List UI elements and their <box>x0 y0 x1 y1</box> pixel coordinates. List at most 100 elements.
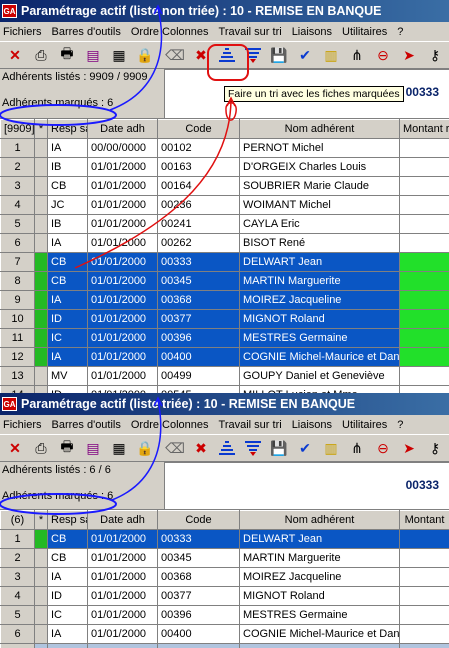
mark-cell[interactable] <box>34 138 48 158</box>
mark-cell[interactable] <box>34 214 48 234</box>
table-row[interactable]: 2 CB 01/01/2000 00345 MARTIN Marguerite <box>0 548 449 568</box>
cell-nom[interactable]: WOIMANT Michel <box>239 195 400 215</box>
cell-resp[interactable]: MV <box>47 366 88 386</box>
cell-resp[interactable]: IC <box>47 605 88 625</box>
cell-montant[interactable] <box>399 290 449 310</box>
cell-code[interactable]: 00368 <box>157 290 240 310</box>
mark-cell[interactable] <box>34 586 48 606</box>
row-number[interactable]: 9 <box>0 290 35 310</box>
cell-montant[interactable] <box>399 176 449 196</box>
row-number[interactable]: 1 <box>0 138 35 158</box>
cell-montant[interactable] <box>399 328 449 348</box>
table-row[interactable]: 6 IA 01/01/2000 00262 BISOT René <box>0 233 449 253</box>
cell-resp[interactable]: CB <box>47 548 88 568</box>
menu-fichiers[interactable]: Fichiers <box>3 419 42 431</box>
header-code[interactable]: Code <box>157 510 240 530</box>
cell-resp[interactable]: JC <box>47 195 88 215</box>
cell-montant[interactable] <box>399 586 449 606</box>
cell-nom[interactable]: DELWART Jean <box>239 529 400 549</box>
printer2-icon[interactable]: 🖶 <box>55 44 79 66</box>
cell-date[interactable]: 01/01/2000 <box>87 195 158 215</box>
cell-code[interactable]: 00333 <box>157 529 240 549</box>
row-number[interactable]: 12 <box>0 347 35 367</box>
cell-resp[interactable]: IA <box>47 567 88 587</box>
menu-travail-tri[interactable]: Travail sur tri <box>219 26 282 38</box>
close-icon[interactable]: ✕ <box>3 437 27 459</box>
sort-down-icon[interactable] <box>241 437 265 459</box>
sort-down-icon[interactable] <box>241 44 265 66</box>
cell-resp[interactable]: IB <box>47 157 88 177</box>
row-number[interactable]: 5 <box>0 605 35 625</box>
row-number[interactable]: 13 <box>0 366 35 386</box>
cell-date[interactable]: 01/01/2000 <box>87 529 158 549</box>
row-number[interactable]: 7 <box>0 252 35 272</box>
row-number[interactable]: 3 <box>0 176 35 196</box>
cell-resp[interactable]: CB <box>47 252 88 272</box>
header-count[interactable]: (6) <box>0 510 35 530</box>
cell-code[interactable]: 00377 <box>157 309 240 329</box>
cell-date[interactable]: 01/01/2000 <box>87 176 158 196</box>
cell-nom[interactable]: MILLOT Lucien et Mme <box>239 385 400 393</box>
cell-montant[interactable] <box>399 605 449 625</box>
header-resp[interactable]: Resp sa <box>47 510 88 530</box>
header-mark[interactable]: * <box>34 510 48 530</box>
report-icon[interactable]: ▥ <box>319 437 343 459</box>
sort-marked-icon[interactable] <box>215 437 239 459</box>
table-row[interactable]: 4 ID 01/01/2000 00377 MIGNOT Roland <box>0 586 449 606</box>
menu-liaisons[interactable]: Liaisons <box>292 419 332 431</box>
row-number[interactable]: 2 <box>0 548 35 568</box>
list-icon[interactable]: ▦ <box>107 437 131 459</box>
cell-code[interactable]: 00545 <box>157 385 240 393</box>
table-row[interactable]: 9 IA 01/01/2000 00368 MOIREZ Jacqueline <box>0 290 449 310</box>
cell-montant[interactable] <box>399 548 449 568</box>
menu-ordre-colonnes[interactable]: Ordre Colonnes <box>131 419 209 431</box>
cell-nom[interactable]: MARTIN Marguerite <box>239 271 400 291</box>
cell-code[interactable]: 00345 <box>157 271 240 291</box>
cell-resp[interactable]: IA <box>47 290 88 310</box>
cell-date[interactable]: 01/01/2000 <box>87 347 158 367</box>
cell-montant[interactable] <box>399 529 449 549</box>
cell-montant[interactable] <box>399 233 449 253</box>
cell-resp[interactable]: CB <box>47 529 88 549</box>
header-nom[interactable]: Nom adhérent <box>239 510 400 530</box>
cell-nom[interactable]: MOIREZ Jacqueline <box>239 567 400 587</box>
cell-code[interactable]: 00396 <box>157 605 240 625</box>
mark-cell[interactable] <box>34 548 48 568</box>
cell-date[interactable]: 01/01/2000 <box>87 605 158 625</box>
row-number[interactable]: 5 <box>0 214 35 234</box>
filter-icon[interactable]: ⋔ <box>345 44 369 66</box>
cell-date[interactable]: 01/01/2000 <box>87 567 158 587</box>
cell-code[interactable]: 00262 <box>157 233 240 253</box>
cell-code[interactable]: 00499 <box>157 366 240 386</box>
mark-cell[interactable] <box>34 233 48 253</box>
send-icon[interactable]: ➤ <box>397 44 421 66</box>
cell-resp[interactable]: ID <box>47 309 88 329</box>
header-date[interactable]: Date adh <box>87 119 158 139</box>
row-number[interactable]: 6 <box>0 233 35 253</box>
cell-nom[interactable]: GOUPY Daniel et Geneviève <box>239 366 400 386</box>
disk-icon[interactable]: 💾 <box>267 437 291 459</box>
export-icon[interactable]: ⊖ <box>371 437 395 459</box>
cell-date[interactable]: 01/01/2000 <box>87 233 158 253</box>
cell-resp[interactable]: CB <box>47 176 88 196</box>
cell-code[interactable]: 00396 <box>157 328 240 348</box>
cell-nom[interactable]: MESTRES Germaine <box>239 605 400 625</box>
cell-date[interactable]: 01/01/2000 <box>87 366 158 386</box>
cell-montant[interactable] <box>399 271 449 291</box>
table-row[interactable]: 12 IA 01/01/2000 00400 COGNIE Michel-Maurice… <box>0 347 449 367</box>
cell-date[interactable]: 01/01/2000 <box>87 157 158 177</box>
cell-nom[interactable]: PERNOT Michel <box>239 138 400 158</box>
cell-resp[interactable]: IC <box>47 328 88 348</box>
table-row[interactable]: 8 CB 01/01/2000 00345 MARTIN Marguerite <box>0 271 449 291</box>
menu-help[interactable]: ? <box>397 26 403 38</box>
send-icon[interactable]: ➤ <box>397 437 421 459</box>
cell-resp[interactable]: ID <box>47 385 88 393</box>
cell-date[interactable]: 01/01/2000 <box>87 328 158 348</box>
menu-travail-tri[interactable]: Travail sur tri <box>219 419 282 431</box>
mark-cell[interactable] <box>34 309 48 329</box>
row-number[interactable]: 3 <box>0 567 35 587</box>
mark-cell[interactable] <box>34 624 48 644</box>
cell-resp[interactable]: IA <box>47 138 88 158</box>
menu-liaisons[interactable]: Liaisons <box>292 26 332 38</box>
table-row[interactable]: 10 ID 01/01/2000 00377 MIGNOT Roland <box>0 309 449 329</box>
